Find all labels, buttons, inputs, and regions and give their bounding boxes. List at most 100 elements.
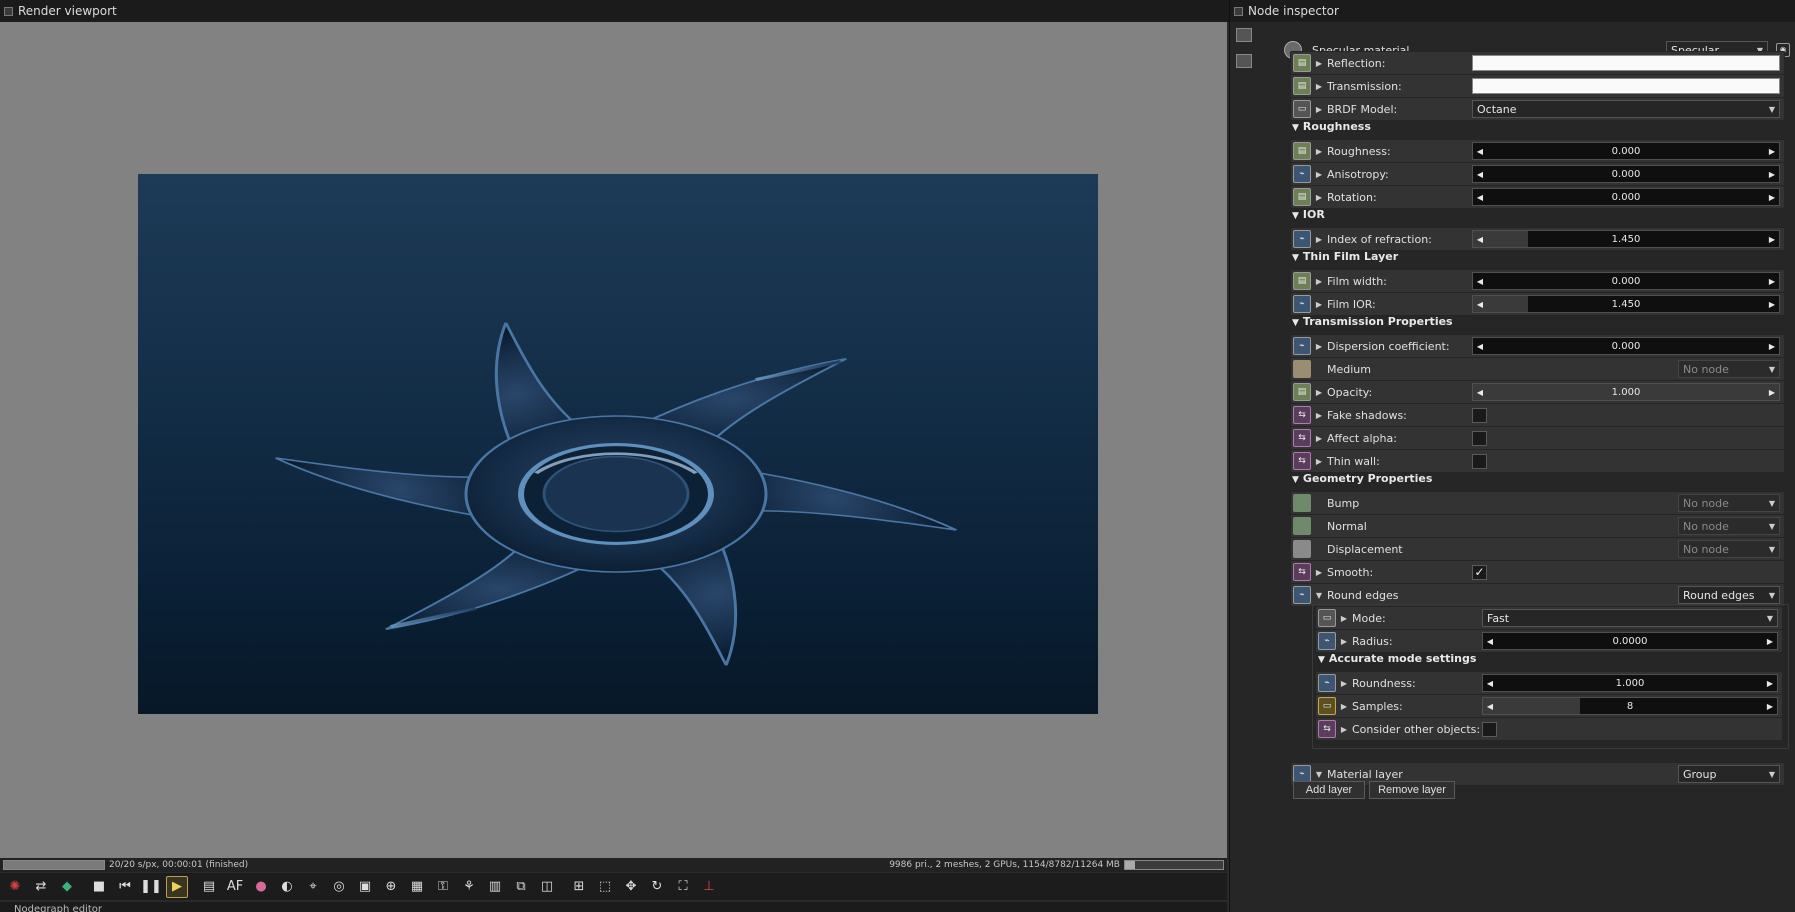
increment-arrow-icon[interactable]: ▶ — [1765, 300, 1779, 309]
increment-arrow-icon[interactable]: ▶ — [1765, 277, 1779, 286]
decrement-arrow-icon[interactable]: ◀ — [1473, 193, 1487, 202]
increment-arrow-icon[interactable]: ▶ — [1763, 637, 1777, 646]
dropdown-material_layer[interactable]: Group ▼ — [1678, 765, 1780, 783]
section-header-thin_film[interactable]: ▼ Thin Film Layer — [1292, 250, 1398, 263]
expand-arrow-icon[interactable]: ▶ — [1311, 59, 1327, 68]
pin-dispersion-icon[interactable]: ⌁ — [1293, 337, 1311, 355]
realtime-icon[interactable]: ⇄ — [30, 876, 52, 898]
material-picker-icon[interactable]: ◐ — [276, 876, 298, 898]
collapse-triangle-icon[interactable]: ▼ — [1292, 318, 1299, 328]
dropdown-normal[interactable]: No node ▼ — [1678, 517, 1780, 535]
pin-displacement-icon[interactable] — [1293, 540, 1311, 558]
fullscreen-icon[interactable]: ⛶ — [672, 876, 694, 898]
slider-dispersion[interactable]: ◀ 0.000 ▶ — [1472, 337, 1780, 355]
decrement-arrow-icon[interactable]: ◀ — [1483, 702, 1497, 711]
collapse-triangle-icon[interactable]: ▼ — [1292, 475, 1299, 485]
region-icon[interactable]: ▣ — [354, 876, 376, 898]
section-header-geometry[interactable]: ▼ Geometry Properties — [1292, 472, 1432, 485]
slider-rotation[interactable]: ◀ 0.000 ▶ — [1472, 188, 1780, 206]
increment-arrow-icon[interactable]: ▶ — [1765, 193, 1779, 202]
play-icon[interactable]: ▶ — [166, 875, 188, 898]
expand-arrow-icon[interactable]: ▼ — [1311, 591, 1327, 600]
remove-layer-button[interactable]: Remove layer — [1369, 781, 1455, 799]
expand-arrow-icon[interactable]: ▶ — [1311, 411, 1327, 420]
decrement-arrow-icon[interactable]: ◀ — [1473, 277, 1487, 286]
expand-arrow-icon[interactable]: ▶ — [1311, 434, 1327, 443]
dropdown-medium[interactable]: No node ▼ — [1678, 360, 1780, 378]
focus-picker-icon[interactable]: AF — [224, 876, 246, 898]
expand-arrow-icon[interactable]: ▶ — [1311, 342, 1327, 351]
pin-bump-icon[interactable] — [1293, 494, 1311, 512]
pin-ior-icon[interactable]: ⌁ — [1293, 230, 1311, 248]
increment-arrow-icon[interactable]: ▶ — [1765, 170, 1779, 179]
expand-arrow-icon[interactable]: ▶ — [1311, 388, 1327, 397]
move-icon[interactable]: ✥ — [620, 876, 642, 898]
camera-target-icon[interactable]: ◎ — [328, 876, 350, 898]
expand-arrow-icon[interactable]: ▶ — [1311, 300, 1327, 309]
render-area[interactable] — [0, 22, 1227, 858]
pin-film_ior-icon[interactable]: ⌁ — [1293, 295, 1311, 313]
dropdown-round_edges[interactable]: Round edges ▼ — [1678, 586, 1780, 604]
clay-icon[interactable]: ◫ — [536, 876, 558, 898]
panel-menu-icon[interactable] — [1234, 6, 1243, 16]
restart-icon[interactable]: ⏮ — [114, 876, 136, 898]
decrement-arrow-icon[interactable]: ◀ — [1473, 235, 1487, 244]
render-icon[interactable]: ◆ — [56, 876, 78, 898]
dropdown-displacement[interactable]: No node ▼ — [1678, 540, 1780, 558]
decrement-arrow-icon[interactable]: ◀ — [1483, 637, 1497, 646]
pin-thin_wall-icon[interactable]: ⇆ — [1293, 452, 1311, 470]
expand-arrow-icon[interactable]: ▶ — [1311, 170, 1327, 179]
decrement-arrow-icon[interactable]: ◀ — [1473, 388, 1487, 397]
pin-transmission-icon[interactable]: ▤ — [1293, 77, 1311, 95]
checkbox-thin_wall[interactable] — [1472, 453, 1487, 469]
expand-arrow-icon[interactable]: ▶ — [1311, 147, 1327, 156]
collapse-triangle-icon[interactable]: ▼ — [1292, 253, 1299, 263]
viewport-lock-icon[interactable]: ⊞ — [568, 876, 590, 898]
dropdown-bump[interactable]: No node ▼ — [1678, 494, 1780, 512]
slider-anisotropy[interactable]: ◀ 0.000 ▶ — [1472, 165, 1780, 183]
zoom-icon[interactable]: ⊕ — [380, 876, 402, 898]
pin-round_edges-icon[interactable]: ⌁ — [1293, 586, 1311, 604]
pin-film_width-icon[interactable]: ▤ — [1293, 272, 1311, 290]
add-layer-button[interactable]: Add layer — [1293, 781, 1365, 799]
render-image[interactable] — [138, 174, 1098, 714]
decrement-arrow-icon[interactable]: ◀ — [1473, 147, 1487, 156]
expand-arrow-icon[interactable]: ▶ — [1311, 105, 1327, 114]
collapse-triangle-icon[interactable]: ▼ — [1292, 211, 1299, 221]
expand-arrow-icon[interactable]: ▶ — [1311, 457, 1327, 466]
expand-arrow-icon[interactable]: ▶ — [1311, 193, 1327, 202]
expand-arrow-icon[interactable]: ▶ — [1311, 82, 1327, 91]
stop-icon[interactable]: ■ — [88, 876, 110, 898]
pin-brdf-icon[interactable]: ▭ — [1293, 100, 1311, 118]
pin-normal-icon[interactable] — [1293, 517, 1311, 535]
rotate-icon[interactable]: ↻ — [646, 876, 668, 898]
increment-arrow-icon[interactable]: ▶ — [1763, 679, 1777, 688]
pin-affect_alpha-icon[interactable]: ⇆ — [1293, 429, 1311, 447]
increment-arrow-icon[interactable]: ▶ — [1765, 147, 1779, 156]
expand-arrow-icon[interactable]: ▼ — [1311, 770, 1327, 779]
camera-view-icon[interactable]: ⬚ — [594, 876, 616, 898]
section-header-ior[interactable]: ▼ IOR — [1292, 208, 1325, 221]
slider-film_ior[interactable]: ◀ 1.450 ▶ — [1472, 295, 1780, 313]
pin-fake_shadows-icon[interactable]: ⇆ — [1293, 406, 1311, 424]
decrement-arrow-icon[interactable]: ◀ — [1473, 170, 1487, 179]
section-header-roughness[interactable]: ▼ Roughness — [1292, 120, 1371, 133]
expand-arrow-icon[interactable]: ▶ — [1311, 568, 1327, 577]
collapse-all-icon[interactable] — [1236, 54, 1252, 68]
checkbox-affect_alpha[interactable] — [1472, 430, 1487, 446]
checkbox-fake_shadows[interactable] — [1472, 407, 1487, 423]
film-region-icon[interactable]: ▦ — [406, 876, 428, 898]
pin-reflection-icon[interactable]: ▤ — [1293, 54, 1311, 72]
collapse-triangle-icon[interactable]: ▼ — [1292, 123, 1299, 133]
copy-icon[interactable]: ⧉ — [510, 876, 532, 898]
increment-arrow-icon[interactable]: ▶ — [1765, 235, 1779, 244]
decrement-arrow-icon[interactable]: ◀ — [1473, 300, 1487, 309]
dropdown-brdf[interactable]: Octane ▼ — [1472, 100, 1780, 118]
expand-arrow-icon[interactable]: ▶ — [1311, 235, 1327, 244]
slider-opacity[interactable]: ◀ 1.000 ▶ — [1472, 383, 1780, 401]
increment-arrow-icon[interactable]: ▶ — [1763, 702, 1777, 711]
pin-roughness-icon[interactable]: ▤ — [1293, 142, 1311, 160]
increment-arrow-icon[interactable]: ▶ — [1765, 342, 1779, 351]
decrement-arrow-icon[interactable]: ◀ — [1483, 679, 1497, 688]
object-picker-icon[interactable]: ⌖ — [302, 876, 324, 898]
